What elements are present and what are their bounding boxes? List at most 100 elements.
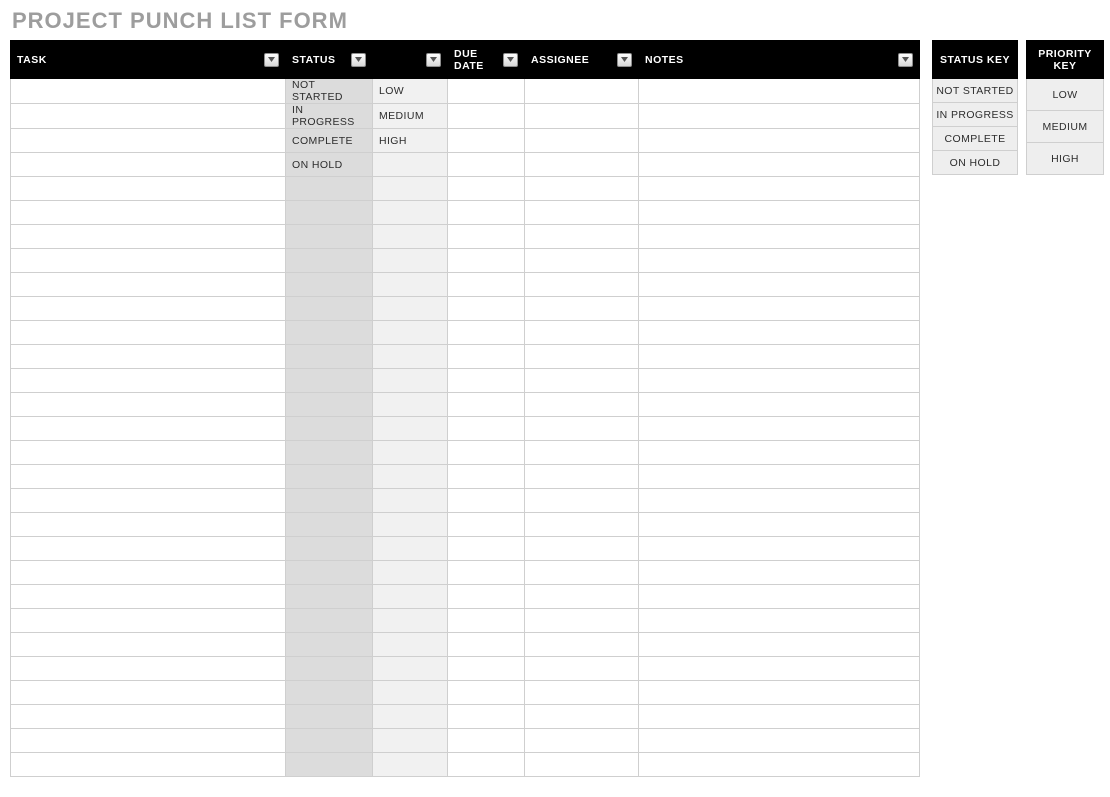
- cell-task[interactable]: [11, 585, 286, 609]
- cell-status[interactable]: IN PROGRESS: [286, 104, 373, 129]
- cell-due-date[interactable]: [448, 441, 525, 465]
- cell-notes[interactable]: [639, 345, 920, 369]
- cell-notes[interactable]: [639, 633, 920, 657]
- cell-task[interactable]: [11, 273, 286, 297]
- cell-assignee[interactable]: [525, 657, 639, 681]
- cell-status[interactable]: [286, 465, 373, 489]
- cell-task[interactable]: [11, 393, 286, 417]
- cell-due-date[interactable]: [448, 585, 525, 609]
- cell-assignee[interactable]: [525, 345, 639, 369]
- cell-notes[interactable]: [639, 681, 920, 705]
- cell-notes[interactable]: [639, 104, 920, 129]
- cell-task[interactable]: [11, 345, 286, 369]
- cell-assignee[interactable]: [525, 681, 639, 705]
- cell-notes[interactable]: [639, 79, 920, 104]
- cell-priority[interactable]: [373, 585, 448, 609]
- cell-status[interactable]: [286, 489, 373, 513]
- cell-notes[interactable]: [639, 225, 920, 249]
- cell-status[interactable]: [286, 393, 373, 417]
- cell-assignee[interactable]: [525, 585, 639, 609]
- cell-priority[interactable]: HIGH: [373, 129, 448, 153]
- cell-due-date[interactable]: [448, 657, 525, 681]
- cell-task[interactable]: [11, 177, 286, 201]
- filter-dropdown-icon[interactable]: [503, 53, 518, 67]
- cell-priority[interactable]: [373, 489, 448, 513]
- col-header-notes[interactable]: NOTES: [639, 41, 920, 79]
- cell-due-date[interactable]: [448, 321, 525, 345]
- cell-task[interactable]: [11, 489, 286, 513]
- cell-status[interactable]: [286, 273, 373, 297]
- cell-notes[interactable]: [639, 177, 920, 201]
- cell-assignee[interactable]: [525, 393, 639, 417]
- cell-status[interactable]: [286, 681, 373, 705]
- cell-task[interactable]: [11, 225, 286, 249]
- cell-task[interactable]: [11, 441, 286, 465]
- cell-notes[interactable]: [639, 537, 920, 561]
- cell-due-date[interactable]: [448, 417, 525, 441]
- cell-due-date[interactable]: [448, 705, 525, 729]
- cell-priority[interactable]: [373, 537, 448, 561]
- cell-due-date[interactable]: [448, 273, 525, 297]
- cell-priority[interactable]: [373, 345, 448, 369]
- cell-status[interactable]: [286, 609, 373, 633]
- cell-priority[interactable]: [373, 321, 448, 345]
- cell-due-date[interactable]: [448, 609, 525, 633]
- cell-priority[interactable]: [373, 681, 448, 705]
- cell-assignee[interactable]: [525, 729, 639, 753]
- cell-task[interactable]: [11, 297, 286, 321]
- cell-status[interactable]: [286, 705, 373, 729]
- cell-assignee[interactable]: [525, 417, 639, 441]
- filter-dropdown-icon[interactable]: [617, 53, 632, 67]
- cell-priority[interactable]: LOW: [373, 79, 448, 104]
- cell-notes[interactable]: [639, 585, 920, 609]
- cell-priority[interactable]: [373, 225, 448, 249]
- cell-task[interactable]: [11, 104, 286, 129]
- col-header-due-date[interactable]: DUE DATE: [448, 41, 525, 79]
- cell-task[interactable]: [11, 369, 286, 393]
- cell-notes[interactable]: [639, 609, 920, 633]
- cell-notes[interactable]: [639, 369, 920, 393]
- filter-dropdown-icon[interactable]: [351, 53, 366, 67]
- cell-due-date[interactable]: [448, 681, 525, 705]
- cell-assignee[interactable]: [525, 321, 639, 345]
- cell-priority[interactable]: [373, 297, 448, 321]
- cell-assignee[interactable]: [525, 273, 639, 297]
- cell-due-date[interactable]: [448, 633, 525, 657]
- cell-status[interactable]: [286, 657, 373, 681]
- cell-status[interactable]: [286, 441, 373, 465]
- cell-due-date[interactable]: [448, 513, 525, 537]
- cell-assignee[interactable]: [525, 561, 639, 585]
- cell-assignee[interactable]: [525, 489, 639, 513]
- cell-status[interactable]: [286, 369, 373, 393]
- cell-priority[interactable]: [373, 705, 448, 729]
- cell-status[interactable]: [286, 753, 373, 777]
- cell-assignee[interactable]: [525, 513, 639, 537]
- cell-status[interactable]: [286, 177, 373, 201]
- cell-notes[interactable]: [639, 441, 920, 465]
- cell-notes[interactable]: [639, 705, 920, 729]
- cell-task[interactable]: [11, 705, 286, 729]
- cell-priority[interactable]: [373, 609, 448, 633]
- cell-assignee[interactable]: [525, 369, 639, 393]
- cell-assignee[interactable]: [525, 537, 639, 561]
- col-header-status[interactable]: STATUS: [286, 41, 373, 79]
- cell-due-date[interactable]: [448, 345, 525, 369]
- cell-status[interactable]: [286, 321, 373, 345]
- cell-assignee[interactable]: [525, 79, 639, 104]
- cell-task[interactable]: [11, 465, 286, 489]
- cell-notes[interactable]: [639, 465, 920, 489]
- cell-assignee[interactable]: [525, 753, 639, 777]
- cell-assignee[interactable]: [525, 201, 639, 225]
- cell-notes[interactable]: [639, 249, 920, 273]
- cell-status[interactable]: COMPLETE: [286, 129, 373, 153]
- cell-priority[interactable]: [373, 633, 448, 657]
- cell-status[interactable]: [286, 561, 373, 585]
- cell-priority[interactable]: [373, 513, 448, 537]
- filter-dropdown-icon[interactable]: [426, 53, 441, 67]
- col-header-assignee[interactable]: ASSIGNEE: [525, 41, 639, 79]
- cell-notes[interactable]: [639, 729, 920, 753]
- cell-notes[interactable]: [639, 153, 920, 177]
- cell-status[interactable]: [286, 201, 373, 225]
- cell-priority[interactable]: [373, 561, 448, 585]
- cell-status[interactable]: [286, 225, 373, 249]
